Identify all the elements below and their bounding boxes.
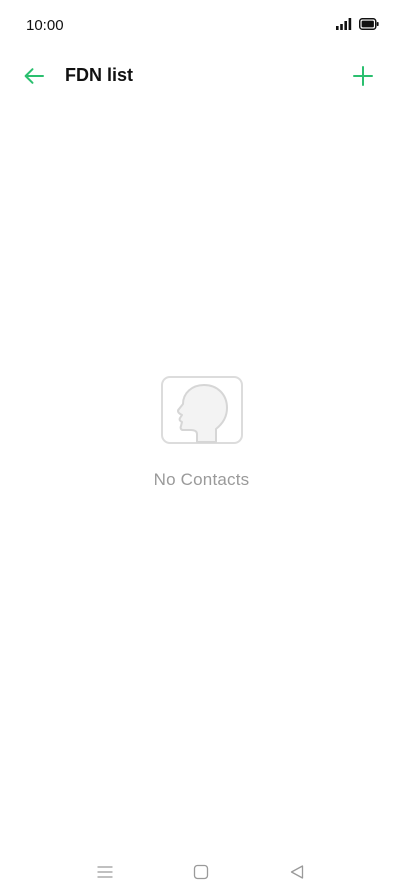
empty-state-message: No Contacts [153, 470, 250, 489]
menu-icon [97, 866, 113, 878]
nav-home-button[interactable] [186, 860, 216, 884]
back-triangle-icon [290, 865, 304, 879]
status-time: 10:00 [26, 17, 64, 34]
navigation-bar [0, 852, 403, 892]
plus-icon [353, 66, 373, 86]
nav-menu-button[interactable] [90, 860, 120, 884]
signal-icon [336, 18, 352, 30]
app-bar: FDN list [0, 52, 403, 100]
status-bar: 10:00 [0, 0, 403, 52]
battery-icon [359, 18, 379, 30]
nav-back-button[interactable] [282, 860, 312, 884]
home-square-icon [193, 864, 209, 880]
status-icons [336, 18, 379, 30]
empty-state: No Contacts [0, 376, 403, 490]
back-arrow-icon [24, 68, 44, 84]
add-button[interactable] [347, 60, 379, 92]
contact-silhouette-icon [160, 376, 243, 444]
page-title: FDN list [65, 65, 134, 85]
back-button[interactable] [14, 61, 54, 91]
